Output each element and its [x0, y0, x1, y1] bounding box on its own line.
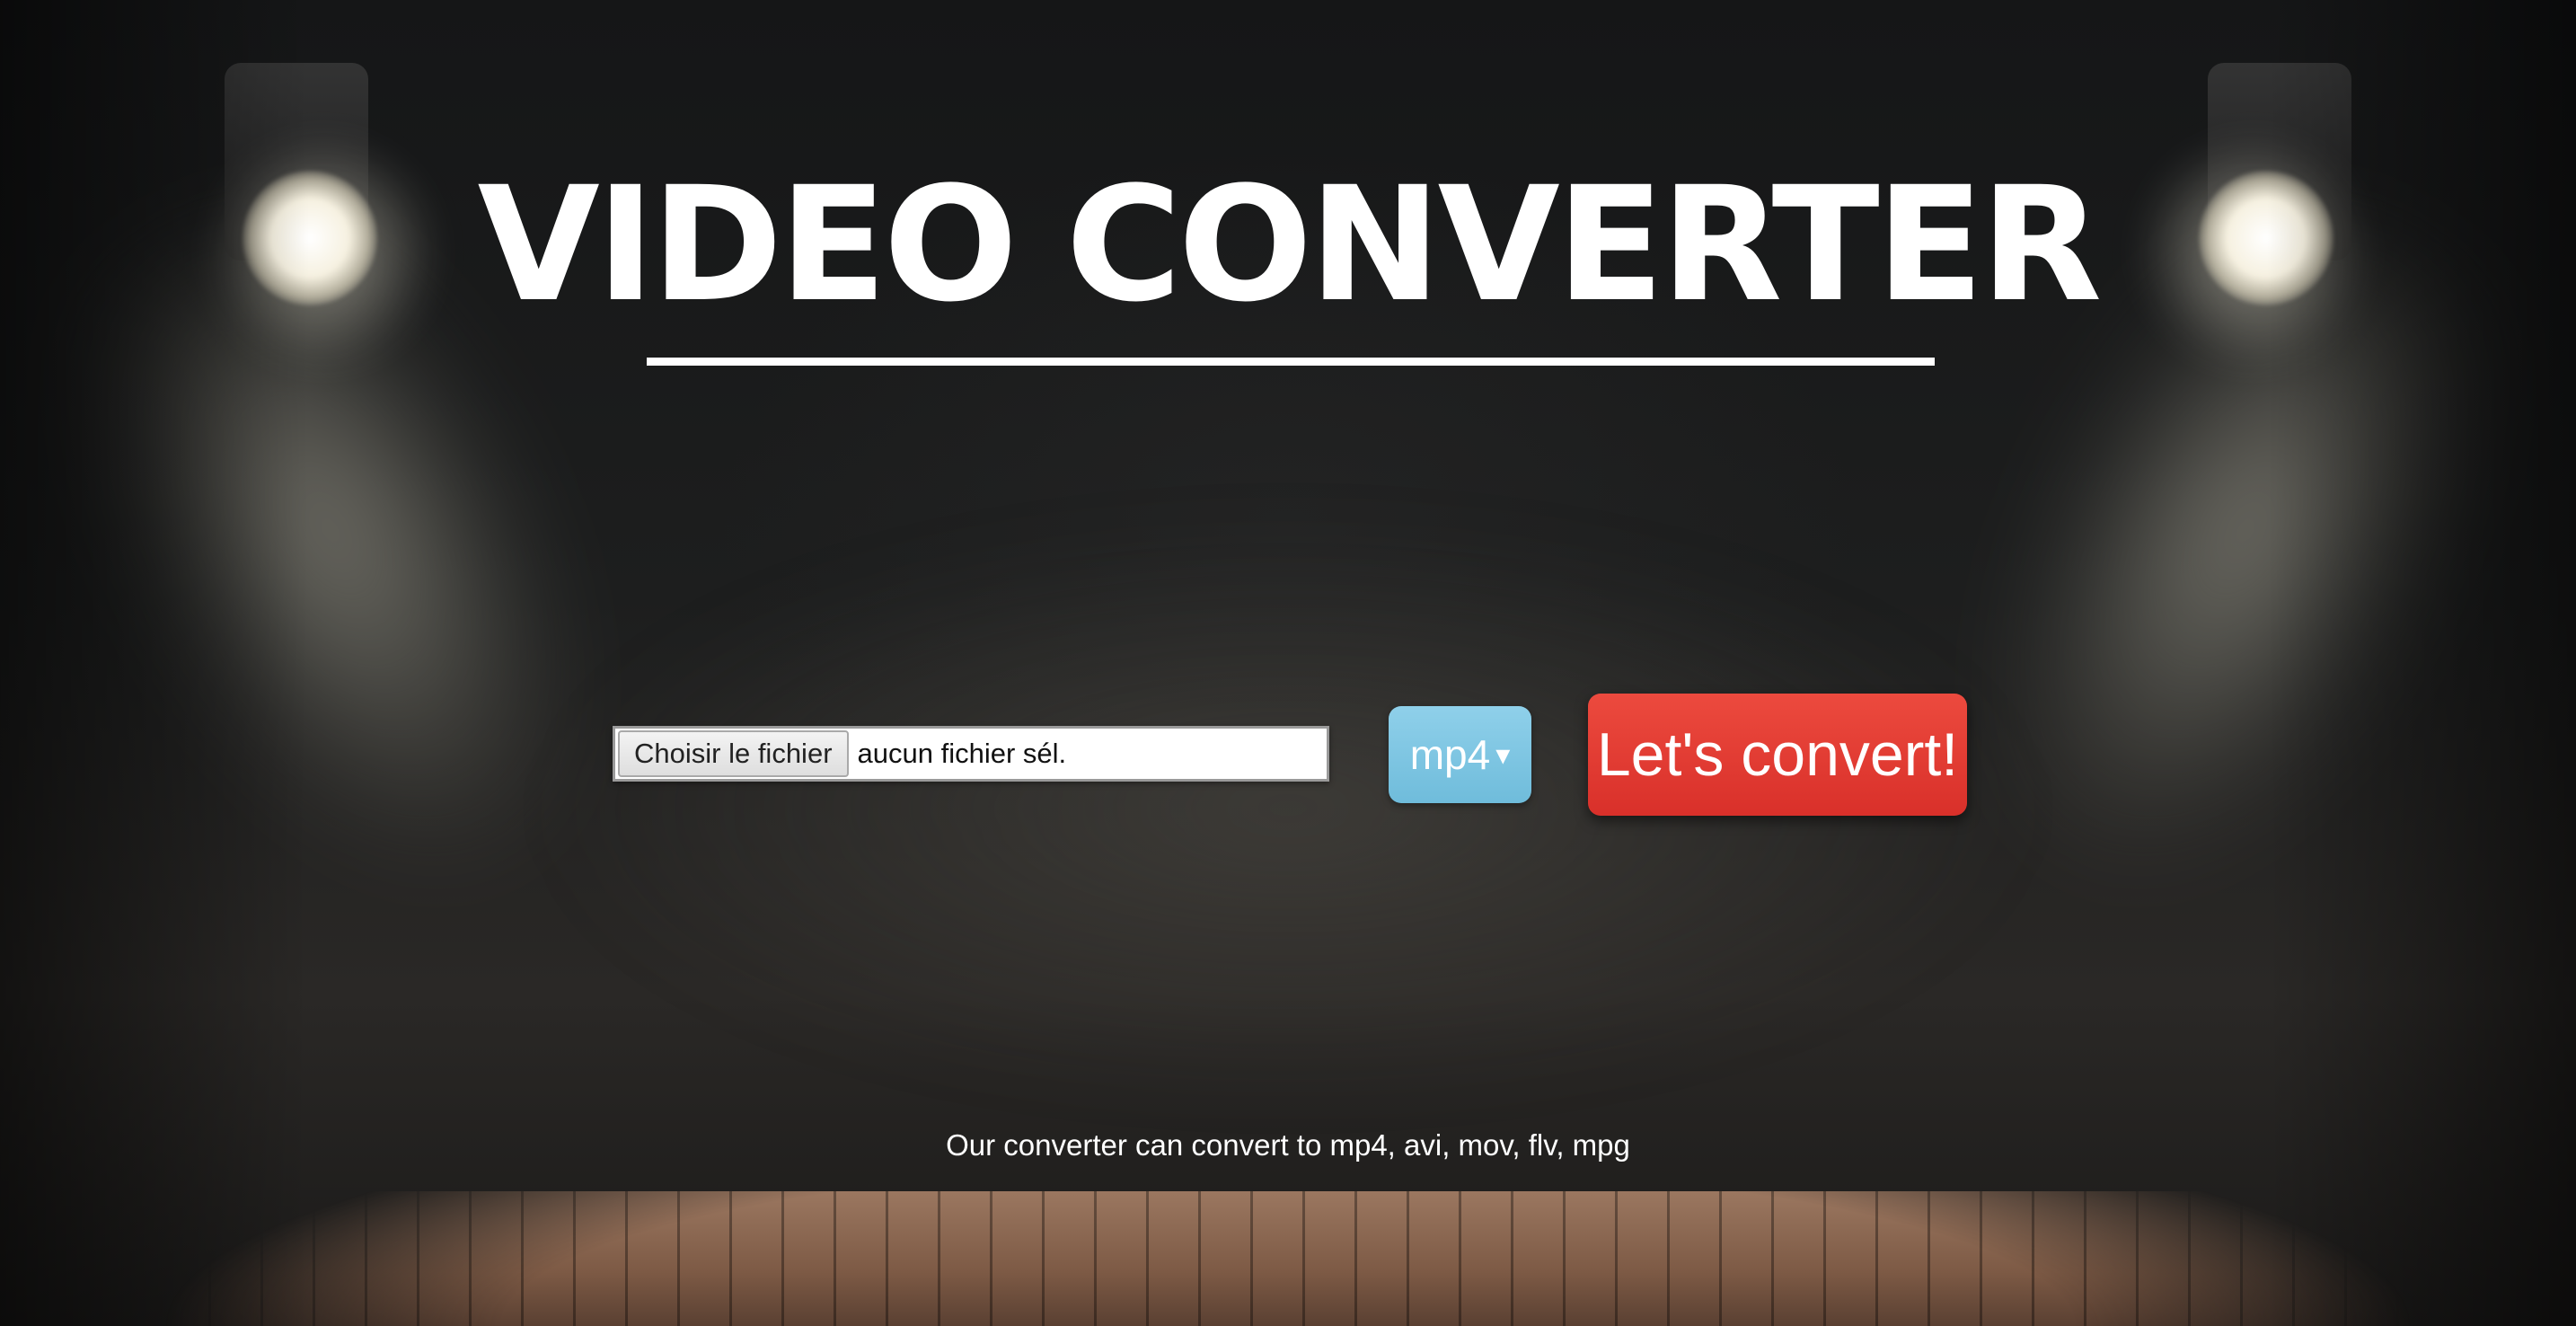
page-title: VIDEO CONVERTER — [477, 153, 2103, 337]
caret-down-icon: ▾ — [1495, 738, 1511, 771]
choose-file-button[interactable]: Choisir le fichier — [618, 730, 849, 777]
convert-button[interactable]: Let's convert! — [1588, 694, 1967, 816]
stage-haze — [269, 449, 2307, 1168]
supported-formats-note: Our converter can convert to mp4, avi, m… — [946, 1128, 1630, 1162]
stage-background: VIDEO CONVERTER Choisir le fichier aucun… — [0, 0, 2576, 1326]
title-underline — [647, 358, 1935, 366]
file-input[interactable]: Choisir le fichier aucun fichier sél. — [613, 726, 1329, 782]
format-select[interactable]: mp4 ▾ — [1389, 706, 1531, 803]
wooden-floor — [0, 1191, 2576, 1326]
file-status-text: aucun fichier sél. — [857, 738, 1067, 769]
format-selected-value: mp4 — [1409, 731, 1491, 778]
